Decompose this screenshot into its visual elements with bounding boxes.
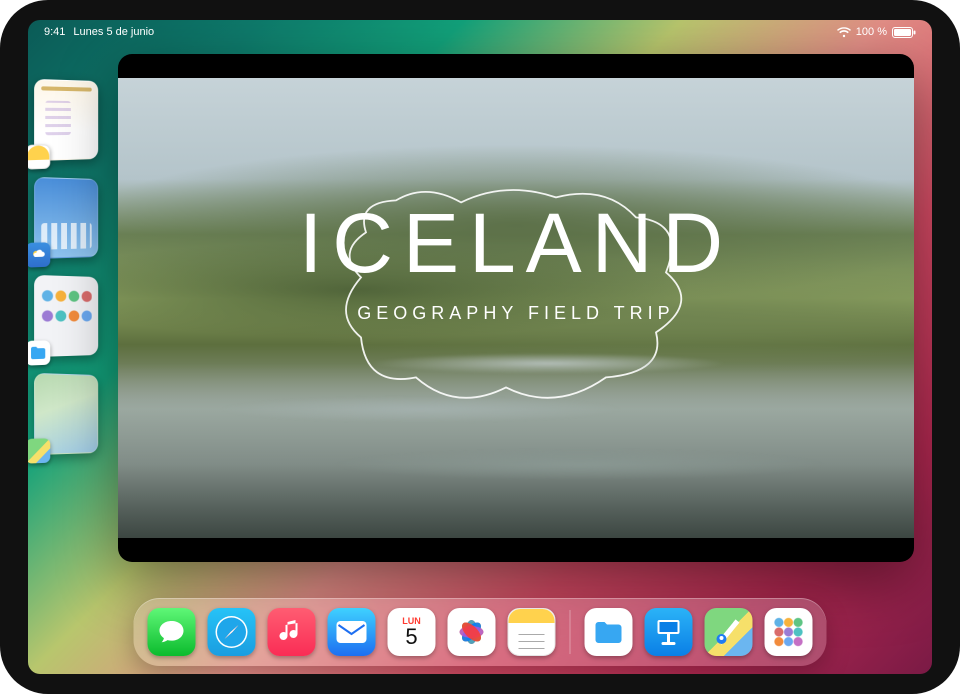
stage-manager-strip (34, 80, 106, 454)
status-bar: 9:41 Lunes 5 de junio 100 % (28, 26, 932, 38)
stage-item-maps[interactable] (34, 373, 98, 455)
notes-icon (28, 144, 50, 169)
calendar-day: 5 (405, 626, 417, 648)
notes-icon-dock[interactable] (508, 608, 556, 656)
maps-icon-dock[interactable] (705, 608, 753, 656)
maps-icon (28, 438, 50, 463)
files-icon (28, 340, 50, 365)
keynote-window[interactable]: ICELAND GEOGRAPHY FIELD TRIP (118, 54, 914, 562)
stage-item-notes[interactable] (34, 79, 98, 161)
weather-icon (28, 242, 50, 267)
dock-separator (570, 610, 571, 654)
battery-percent: 100 % (856, 26, 887, 38)
dock: LUN 5 (134, 598, 827, 666)
photos-icon[interactable] (448, 608, 496, 656)
music-icon[interactable] (268, 608, 316, 656)
wifi-icon (837, 27, 851, 38)
slide-subtitle: GEOGRAPHY FIELD TRIP (299, 303, 733, 324)
status-time: 9:41 (44, 26, 65, 38)
keynote-slide: ICELAND GEOGRAPHY FIELD TRIP (118, 78, 914, 538)
ipad-screen: 9:41 Lunes 5 de junio 100 % (28, 20, 932, 674)
mail-icon[interactable] (328, 608, 376, 656)
status-date: Lunes 5 de junio (73, 26, 154, 38)
files-icon-dock[interactable] (585, 608, 633, 656)
calendar-icon[interactable]: LUN 5 (388, 608, 436, 656)
app-library-icon[interactable] (765, 608, 813, 656)
messages-icon[interactable] (148, 608, 196, 656)
keynote-icon[interactable] (645, 608, 693, 656)
battery-icon (892, 27, 916, 38)
ipad-device-frame: 9:41 Lunes 5 de junio 100 % (0, 0, 960, 694)
stage-item-weather[interactable] (34, 177, 98, 259)
stage-item-files[interactable] (34, 275, 98, 357)
safari-icon[interactable] (208, 608, 256, 656)
slide-title: ICELAND (299, 201, 733, 285)
